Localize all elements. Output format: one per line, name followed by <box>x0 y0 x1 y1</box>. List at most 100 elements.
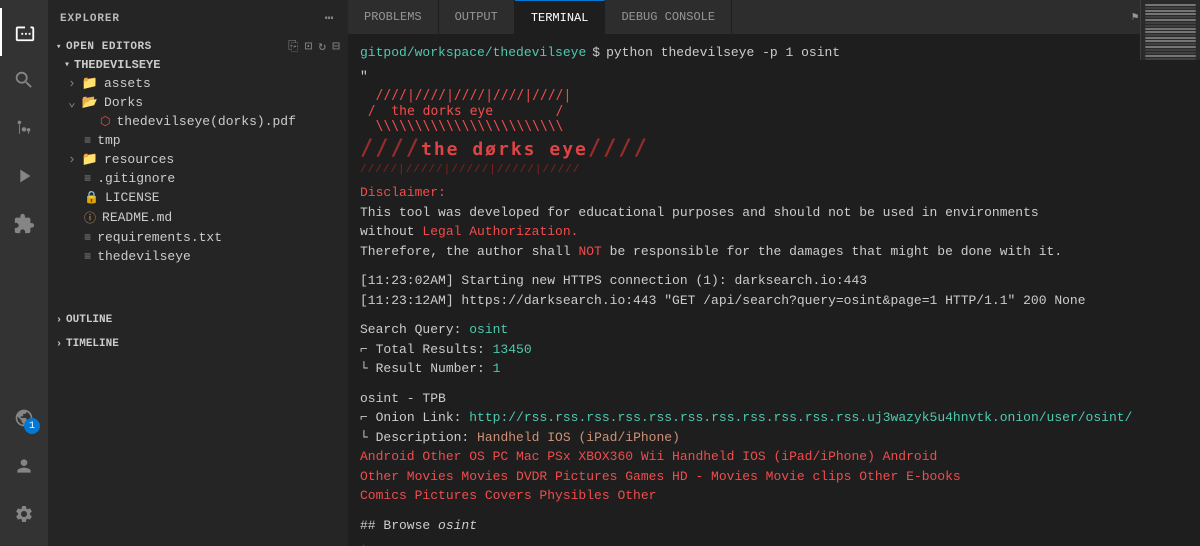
git-icon: ≡ <box>84 172 91 186</box>
timeline-section[interactable]: › TIMELINE <box>48 334 348 354</box>
description-val: Handheld IOS (iPad/iPhone) <box>477 430 680 445</box>
folder-resources-icon: 📁 <box>82 152 98 167</box>
project-name: THEDEVILSEYE <box>74 58 160 72</box>
folder-icon: 📁 <box>82 76 98 91</box>
tab-terminal-label: TERMINAL <box>531 11 589 25</box>
file-readme-label: README.md <box>102 210 172 225</box>
timeline-label: TIMELINE <box>66 338 119 350</box>
tab-debug-console[interactable]: DEBUG CONSOLE <box>605 0 732 35</box>
search-query-line: Search Query: osint <box>360 320 1188 340</box>
project-thedevilseye[interactable]: ▾ THEDEVILSEYE <box>48 56 348 74</box>
folder-assets-label: assets <box>104 76 151 91</box>
listing-title: osint - TPB <box>360 389 1188 409</box>
file-gitignore[interactable]: ≡ .gitignore <box>48 169 348 188</box>
folder-assets[interactable]: › 📁 assets <box>48 74 348 93</box>
folder-open-icon: 📂 <box>82 95 98 110</box>
minimap-panel <box>1140 0 1200 60</box>
main-area: PROBLEMS OUTPUT TERMINAL DEBUG CONSOLE ⚑… <box>348 0 1200 546</box>
file-tmp-label: tmp <box>97 133 120 148</box>
disclaimer-not: NOT <box>578 244 601 259</box>
tab-bar: PROBLEMS OUTPUT TERMINAL DEBUG CONSOLE ⚑… <box>348 0 1200 35</box>
chevron-right-icon2: › <box>68 152 76 167</box>
listing-section: osint - TPB ⌐ Onion Link: http://rss.rss… <box>360 389 1188 506</box>
file-license[interactable]: 🔒 LICENSE <box>48 188 348 207</box>
file-dorks-pdf-label: thedevilseye(dorks).pdf <box>116 114 295 129</box>
run-icon[interactable] <box>0 152 48 200</box>
terminal-content[interactable]: gitpod /workspace/thedevilseye $ python … <box>348 35 1200 546</box>
folder-resources-label: resources <box>104 152 174 167</box>
tab-terminal[interactable]: TERMINAL <box>515 0 606 35</box>
log-line-1: [11:23:02AM] Starting new HTTPS connecti… <box>360 271 1188 291</box>
info-icon: ⓘ <box>84 209 96 226</box>
file-requirements-icon: ≡ <box>84 231 91 245</box>
category-line1: Android Other OS PC Mac PSx XBOX360 Wii … <box>360 447 1188 467</box>
category-line2: Other Movies Movies DVDR Pictures Games … <box>360 467 1188 487</box>
file-thedevilseye[interactable]: ≡ thedevilseye <box>48 247 348 266</box>
onion-link-line: ⌐ Onion Link: http://rss.rss.rss.rss.rss… <box>360 408 1188 428</box>
file-dorks-pdf[interactable]: ⬡ thedevilseye(dorks).pdf <box>48 112 348 131</box>
disclaimer-legal: Legal Authorization. <box>422 224 578 239</box>
file-license-label: LICENSE <box>105 190 160 205</box>
files-icon[interactable] <box>0 8 48 56</box>
disclaimer-without: without <box>360 224 422 239</box>
lock-icon: 🔒 <box>84 190 99 205</box>
category-line3: Comics Pictures Covers Physibles Other <box>360 486 1188 506</box>
result-number-val: 1 <box>493 361 501 376</box>
tab-debug-label: DEBUG CONSOLE <box>621 10 715 24</box>
refresh-icon[interactable]: ↻ <box>318 39 326 54</box>
search-icon[interactable] <box>0 56 48 104</box>
disclaimer-line3b: be responsible for the damages that migh… <box>602 244 1062 259</box>
explorer-header: EXPLORER ⋯ <box>48 0 348 37</box>
folder-dorks-label: Dorks <box>104 95 143 110</box>
close-editors-icon[interactable]: ⊡ <box>305 39 313 54</box>
type-hint-text: ↓ <box>360 539 1188 546</box>
chevron-down-icon: ⌄ <box>68 95 76 110</box>
minimap-lines <box>1141 0 1200 60</box>
extensions-icon[interactable] <box>0 200 48 248</box>
explorer-actions: ⋯ <box>323 8 336 29</box>
disclaimer-section: Disclaimer: This tool was developed for … <box>360 183 1188 261</box>
sidebar: EXPLORER ⋯ ▾ OPEN EDITORS ⎘ ⊡ ↻ ⊟ ▾ THED… <box>48 0 348 546</box>
terminal-prompt-line: gitpod /workspace/thedevilseye $ python … <box>360 43 1188 63</box>
settings-icon[interactable] <box>0 490 48 538</box>
account-icon[interactable] <box>0 442 48 490</box>
prompt-gitpod: gitpod <box>360 43 407 63</box>
collapse-icon[interactable]: ⊟ <box>332 39 340 54</box>
file-requirements-label: requirements.txt <box>97 230 222 245</box>
disclaimer-line3a: Therefore, the author shall <box>360 244 578 259</box>
onion-link: http://rss.rss.rss.rss.rss.rss.rss.rss.r… <box>469 410 1132 425</box>
tab-problems[interactable]: PROBLEMS <box>348 0 439 35</box>
file-gitignore-label: .gitignore <box>97 171 175 186</box>
project-chevron: ▾ <box>64 59 70 71</box>
file-icon: ≡ <box>84 134 91 148</box>
open-editors-label[interactable]: ▾ OPEN EDITORS <box>56 41 152 53</box>
outline-section[interactable]: › OUTLINE <box>48 310 348 330</box>
file-tmp[interactable]: ≡ tmp <box>48 131 348 150</box>
terminal-quote: " <box>360 67 1188 87</box>
prompt-path: /workspace/thedevilseye <box>407 43 586 63</box>
file-readme[interactable]: ⓘ README.md <box>48 207 348 228</box>
explorer-title: EXPLORER <box>60 13 120 25</box>
save-all-icon[interactable]: ⎘ <box>288 39 298 54</box>
file-thedevilseye-label: thedevilseye <box>97 249 191 264</box>
remote-icon[interactable]: 1 <box>0 394 48 442</box>
prompt-command: python thedevilseye -p 1 osint <box>606 43 840 63</box>
disclaimer-label: Disclaimer: <box>360 185 446 200</box>
source-control-icon[interactable] <box>0 104 48 152</box>
description-line: └ Description: Handheld IOS (iPad/iPhone… <box>360 428 1188 448</box>
more-actions-icon[interactable]: ⋯ <box>323 8 336 29</box>
file-thedevilseye-icon: ≡ <box>84 250 91 264</box>
log-line-2: [11:23:12AM] https://darksearch.io:443 "… <box>360 291 1188 311</box>
chevron-right-icon: › <box>68 76 76 91</box>
tab-output-label: OUTPUT <box>455 10 498 24</box>
folder-dorks[interactable]: ⌄ 📂 Dorks <box>48 93 348 112</box>
result-number-line: └ Result Number: 1 <box>360 359 1188 379</box>
tab-output[interactable]: OUTPUT <box>439 0 515 35</box>
search-query-val: osint <box>469 322 508 337</box>
open-editors-actions: ⎘ ⊡ ↻ ⊟ <box>288 39 340 54</box>
activity-bar: 1 <box>0 0 48 546</box>
open-editors-section: ▾ OPEN EDITORS ⎘ ⊡ ↻ ⊟ <box>48 37 348 56</box>
folder-resources[interactable]: › 📁 resources <box>48 150 348 169</box>
total-results-line: ⌐ Total Results: 13450 <box>360 340 1188 360</box>
file-requirements[interactable]: ≡ requirements.txt <box>48 228 348 247</box>
